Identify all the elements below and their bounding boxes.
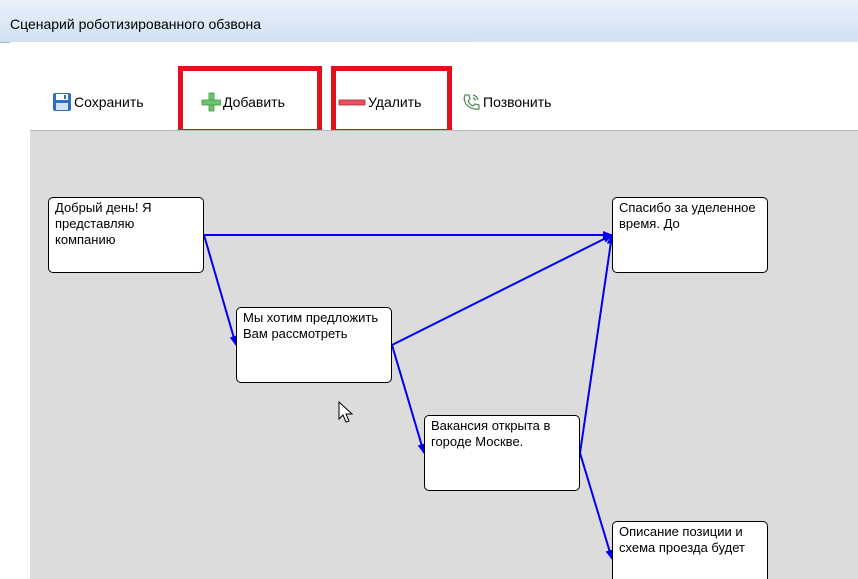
phone-icon — [461, 92, 481, 112]
edge-offer-to-vacancy[interactable] — [391, 344, 426, 454]
scenario-canvas[interactable]: Добрый день! Я представляю компанию Мы х… — [30, 130, 858, 579]
toolbar: Сохранить Добавить Удалить Позвонить — [10, 42, 858, 134]
edge-greeting-to-offer[interactable] — [203, 234, 238, 346]
scenario-window: Сценарий роботизированного обзвона Сохра… — [0, 0, 858, 579]
node-greeting[interactable]: Добрый день! Я представляю компанию — [48, 197, 204, 273]
window-body: Сохранить Добавить Удалить Позвонить Доб… — [10, 42, 858, 579]
node-offer[interactable]: Мы хотим предложить Вам рассмотреть — [236, 307, 392, 383]
mouse-cursor-icon — [338, 401, 354, 423]
delete-highlight-box — [331, 66, 452, 134]
node-description[interactable]: Описание позиции и схема проезда будет — [612, 521, 768, 579]
call-button[interactable]: Позвонить — [461, 90, 551, 114]
title-bar[interactable]: Сценарий роботизированного обзвона — [0, 0, 858, 54]
edge-offer-to-thanks[interactable] — [391, 234, 613, 346]
add-highlight-box — [178, 66, 322, 134]
floppy-disk-icon — [52, 92, 72, 112]
node-vacancy[interactable]: Вакансия открыта в городе Москве. — [424, 415, 580, 491]
window-title: Сценарий роботизированного обзвона — [10, 16, 261, 32]
edge-vacancy-to-thanks[interactable] — [579, 234, 615, 454]
call-label: Позвонить — [483, 94, 552, 110]
save-label: Сохранить — [74, 94, 144, 110]
save-button[interactable]: Сохранить — [52, 90, 144, 114]
node-thanks[interactable]: Спасибо за уделенное время. До — [612, 197, 768, 273]
edge-vacancy-to-description[interactable] — [579, 452, 614, 560]
